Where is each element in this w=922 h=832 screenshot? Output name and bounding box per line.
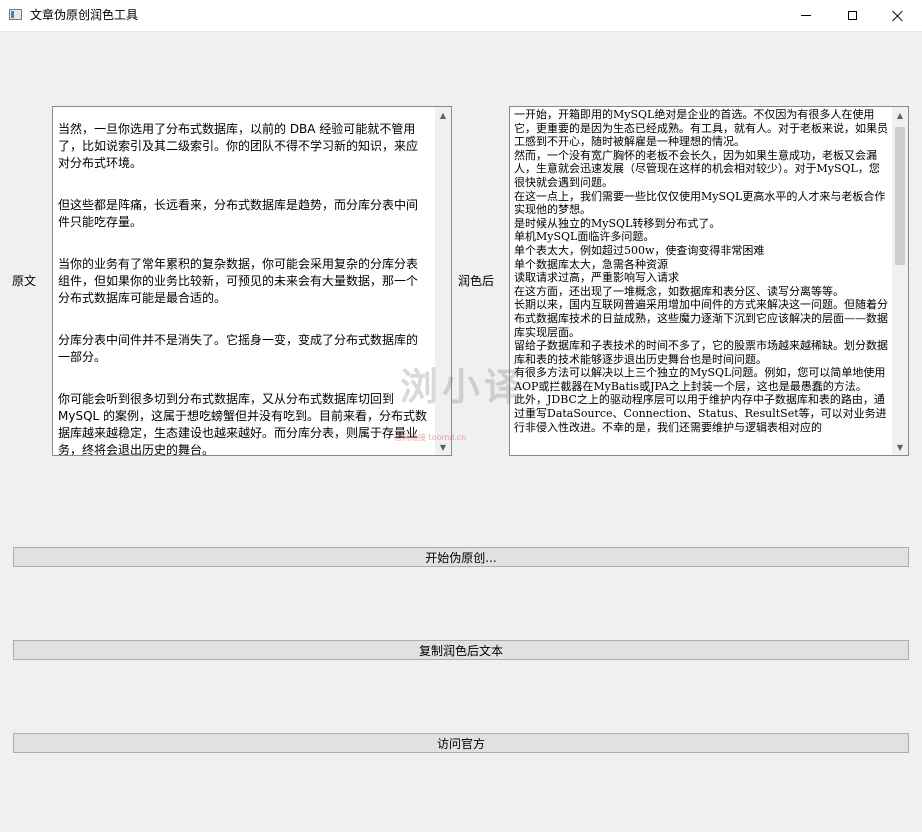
minimize-button[interactable]: [783, 0, 829, 31]
polished-line: 一开始，开箱即用的MySQL绝对是企业的首选。不仅因为有很多人在使用它，更重要的…: [514, 108, 888, 149]
start-rewrite-button[interactable]: 开始伪原创...: [13, 547, 909, 567]
polished-label: 润色后: [458, 274, 495, 288]
original-paragraph: 但这些都是阵痛，长远看来，分布式数据库是趋势，而分库分表中间件只能吃存量。: [58, 198, 419, 229]
app-window-icon: [9, 9, 22, 20]
close-button[interactable]: [875, 0, 921, 31]
maximize-icon: [847, 11, 857, 20]
polished-line: 有很多方法可以解决以上三个独立的MySQL问题。例如，您可以简单地使用AOP或拦…: [514, 366, 886, 393]
original-text-content[interactable]: 当然，一旦你选用了分布式数据库，以前的 DBA 经验可能就不管用了，比如说索引及…: [53, 107, 435, 455]
visit-official-button[interactable]: 访问官方: [13, 733, 909, 753]
polished-line: 在这一点上，我们需要一些比仅仅使用MySQL更高水平的人才来与老板合作实现他的梦…: [514, 189, 886, 217]
polished-scrollbar[interactable]: ▲ ▼: [892, 107, 908, 455]
polished-text-content[interactable]: 一开始，开箱即用的MySQL绝对是企业的首选。不仅因为有很多人在使用它，更重要的…: [510, 107, 892, 455]
original-label: 原文: [12, 274, 37, 288]
title-bar: 文章伪原创润色工具: [0, 0, 922, 32]
polished-line: 长期以来，国内互联网普遍采用增加中间件的方式来解决这一问题。但随着分布式数据库技…: [514, 298, 888, 339]
original-paragraph: 当然，一旦你选用了分布式数据库，以前的 DBA 经验可能就不管用了，比如说索引及…: [58, 122, 419, 170]
polished-line: 读取请求过高，严重影响写入请求: [514, 271, 679, 285]
maximize-button[interactable]: [829, 0, 875, 31]
polished-line: 单机MySQL面临许多问题。: [514, 230, 655, 244]
polished-line: 是时候从独立的MySQL转移到分布式了。: [514, 216, 721, 230]
scroll-thumb[interactable]: [895, 127, 905, 265]
scroll-down-arrow-icon[interactable]: ▼: [435, 439, 451, 455]
original-paragraph: 分库分表中间件并不是消失了。它摇身一变，变成了分布式数据库的一部分。: [58, 333, 419, 364]
polished-line: 然而，一个没有宽广胸怀的老板不会长久，因为如果生意成功，老板又会漏人，生意就会迅…: [514, 148, 880, 189]
scroll-up-arrow-icon[interactable]: ▲: [892, 107, 908, 123]
polished-line: 单个数据库太大，急需各种资源: [514, 257, 668, 271]
original-paragraph: 你可能会听到很多切到分布式数据库，又从分布式数据库切回到 MySQL 的案例，这…: [58, 392, 428, 455]
polished-line: 此外，JDBC之上的驱动程序层可以用于维护内存中子数据库和表的路由，通过重写Da…: [514, 393, 887, 434]
original-scrollbar[interactable]: ▲ ▼: [435, 107, 451, 455]
polished-text-area[interactable]: 一开始，开箱即用的MySQL绝对是企业的首选。不仅因为有很多人在使用它，更重要的…: [509, 106, 909, 456]
scroll-down-arrow-icon[interactable]: ▼: [892, 439, 908, 455]
original-text-area[interactable]: 当然，一旦你选用了分布式数据库，以前的 DBA 经验可能就不管用了，比如说索引及…: [52, 106, 452, 456]
close-icon: [892, 10, 904, 22]
polished-line: 留给子数据库和子表技术的时间不多了，它的股票市场越来越稀缺。划分数据库和表的技术…: [514, 339, 888, 366]
polished-line: 在这方面，还出现了一堆概念，如数据库和表分区、读写分离等等。: [514, 284, 844, 298]
minimize-icon: [801, 15, 811, 16]
scroll-thumb[interactable]: [438, 123, 448, 439]
polished-line: 单个表太大，例如超过500w，使查询变得非常困难: [514, 243, 765, 257]
scroll-up-arrow-icon[interactable]: ▲: [435, 107, 451, 123]
window-title: 文章伪原创润色工具: [30, 8, 139, 22]
original-paragraph: 当你的业务有了常年累积的复杂数据，你可能会采用复杂的分库分表组件，但如果你的业务…: [58, 257, 419, 305]
copy-polished-button[interactable]: 复制润色后文本: [13, 640, 909, 660]
